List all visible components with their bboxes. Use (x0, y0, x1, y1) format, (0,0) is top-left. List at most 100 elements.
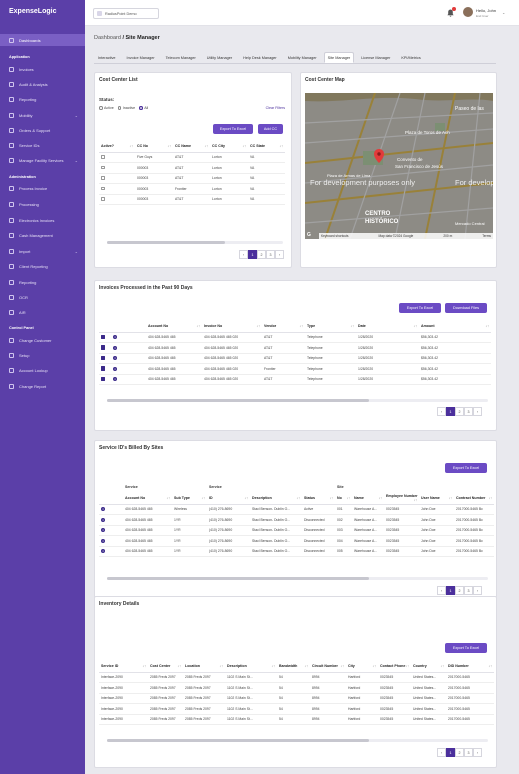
info-icon[interactable]: i (113, 377, 117, 382)
sidebar-item-air[interactable]: AIR (0, 306, 85, 318)
table-row[interactable]: i 404 628-5465 465 1YR (410) 276-8690 Stacl … (99, 535, 495, 547)
sort-icon[interactable]: ↓↑ (299, 324, 303, 328)
column-header[interactable]: Bandwidth ↓↑ (277, 660, 310, 673)
page-prev-button[interactable]: ‹ (437, 407, 446, 416)
page-button[interactable]: 2 (455, 586, 464, 595)
column-header[interactable]: City ↓↑ (346, 660, 378, 673)
page-button[interactable]: 1 (248, 250, 257, 259)
active-checkbox[interactable] (101, 165, 105, 169)
pdf-icon[interactable] (101, 366, 105, 371)
table-row[interactable]: 000003 Frontier Lorton VA (99, 183, 285, 195)
active-checkbox[interactable] (101, 186, 105, 190)
tab-license-manager[interactable]: License Manager (357, 52, 394, 63)
page-button[interactable]: 1 (446, 407, 455, 416)
brand-logo[interactable]: ExpenseLogic (9, 8, 56, 15)
sort-icon[interactable]: ↓↑ (271, 664, 275, 668)
radio-all[interactable] (139, 106, 143, 110)
sort-icon[interactable]: ↓↑ (440, 664, 444, 668)
column-header[interactable]: CC No ↓↑ (135, 140, 173, 153)
tab-invoice-manager[interactable]: Invoice Manager (123, 52, 159, 63)
sidebar-item-client-reporting[interactable]: Client Reporting (0, 260, 85, 272)
table-row[interactable]: Interface-2090 2085 Freds 2097 2085 Freds … (99, 703, 494, 715)
cc-scrollbar[interactable] (107, 241, 283, 244)
sort-icon[interactable]: ↓↑ (219, 664, 223, 668)
column-header[interactable]: Contact Phone ↓↑ (378, 660, 411, 673)
sidebar-item-process-invoice[interactable]: Process Invoice (0, 182, 85, 194)
tab-site-manager[interactable]: Site Manager (323, 52, 355, 63)
sidebar-item-orders-support[interactable]: Orders & Support (0, 124, 85, 136)
pdf-icon[interactable] (101, 376, 105, 381)
column-header[interactable]: Account No ↓↑ (123, 492, 172, 505)
page-button[interactable]: 3 (464, 586, 473, 595)
sidebar-item-manage-facility-services[interactable]: Manage Facility Services ⌄ (0, 154, 85, 166)
table-row[interactable]: Interface-2090 2085 Freds 2097 2085 Freds … (99, 714, 494, 725)
sidebar-item-electronics-invoices[interactable]: Electronics Invoices (0, 214, 85, 226)
invoices-export-button[interactable]: Export To Excel (399, 303, 441, 313)
cc-export-button[interactable]: Export To Excel (213, 124, 253, 134)
sidebar-item-account-lookup[interactable]: Account Lookup (0, 364, 85, 376)
page-next-button[interactable]: › (473, 586, 482, 595)
breadcrumb-root[interactable]: Dashboard (94, 35, 121, 41)
chevron-down-icon[interactable]: ⌄ (502, 10, 505, 15)
column-header[interactable]: Account No ↓↑ (146, 320, 202, 333)
column-header[interactable]: Service ID ↓↑ (99, 660, 148, 673)
sort-icon[interactable]: ↓↑ (304, 664, 308, 668)
page-button[interactable]: 2 (257, 250, 266, 259)
table-row[interactable]: i 404 628-5465 465 404 628-5465 465 020 AT&… (99, 353, 491, 364)
sort-icon[interactable]: ↓↑ (242, 144, 246, 148)
table-row[interactable]: 000003 AT&T Lorton VA (99, 194, 285, 205)
sidebar-item-reporting[interactable]: Reporting (0, 276, 85, 288)
clear-filters-link[interactable]: Clear Filters (266, 106, 285, 110)
table-row[interactable]: Five Guys AT&T Lorton VA (99, 152, 285, 163)
sidebar-item-processing[interactable]: Processing (0, 198, 85, 210)
sort-icon[interactable]: ↓↑ (448, 496, 452, 500)
column-header[interactable]: Sub Type ↓↑ (172, 492, 208, 505)
page-button[interactable]: 2 (455, 407, 464, 416)
active-checkbox[interactable] (101, 155, 105, 159)
tab-telecom-manager[interactable]: Telecom Manager (162, 52, 200, 63)
services-export-button[interactable]: Export To Excel (445, 463, 487, 473)
pdf-icon[interactable] (101, 334, 105, 339)
sort-icon[interactable]: ↓↑ (340, 664, 344, 668)
info-icon[interactable]: i (101, 528, 105, 533)
sort-icon[interactable]: ↓↑ (413, 498, 417, 502)
table-row[interactable]: Interface-2090 2085 Freds 2097 2085 Freds … (99, 693, 494, 704)
column-header[interactable]: Cost Center ↓↑ (148, 660, 183, 673)
column-header[interactable]: Active? ↓↑ (99, 140, 135, 153)
column-header[interactable]: Location ↓↑ (183, 660, 225, 673)
column-header[interactable]: Description ↓↑ (225, 660, 277, 673)
table-row[interactable]: 000003 AT&T Lorton VA (99, 162, 285, 174)
page-button[interactable]: 3 (464, 748, 473, 757)
page-button[interactable]: 3 (464, 407, 473, 416)
info-icon[interactable]: i (101, 549, 105, 554)
table-row[interactable]: i 404 628-5465 465 404 628-5465 465 020 AT&… (99, 332, 491, 343)
tab-interactive[interactable]: Interactive (94, 52, 120, 63)
column-header[interactable]: CC Name ↓↑ (173, 140, 210, 153)
sort-icon[interactable]: ↓↑ (488, 664, 492, 668)
column-header[interactable]: User Name ↓↑ (419, 492, 455, 505)
radio-active[interactable] (99, 106, 103, 110)
tab-mobility-manager[interactable]: Mobility Manager (284, 52, 321, 63)
avatar[interactable] (463, 7, 473, 17)
column-header[interactable]: Amount ↓↑ (419, 320, 491, 333)
sort-icon[interactable]: ↓↑ (350, 324, 354, 328)
sort-icon[interactable]: ↓↑ (279, 144, 283, 148)
table-row[interactable]: i 404 628-5465 465 1YR (410) 276-8690 Stacl … (99, 546, 495, 557)
page-prev-button[interactable]: ‹ (437, 748, 446, 757)
inventory-scrollbar[interactable] (107, 739, 488, 742)
company-selector[interactable]: RadiusPoint Demo (93, 8, 159, 19)
sidebar-item-cash-management[interactable]: Cash Management (0, 229, 85, 241)
table-row[interactable]: i 404 628-5465 465 404 628-5465 465 020 AT&… (99, 374, 491, 385)
pdf-icon[interactable] (101, 345, 105, 350)
sidebar-item-service-ids[interactable]: Service IDs (0, 139, 85, 151)
page-prev-button[interactable]: ‹ (239, 250, 248, 259)
column-header[interactable]: ID ↓↑ (207, 492, 251, 505)
sidebar-item-change-report[interactable]: Change Report (0, 380, 85, 392)
inventory-scroll-thumb[interactable] (107, 739, 369, 742)
pdf-icon[interactable] (101, 355, 105, 360)
sidebar-item-mobility[interactable]: Mobility ⌄ (0, 109, 85, 121)
sort-icon[interactable]: ↓↑ (378, 496, 382, 500)
sort-icon[interactable]: ↓↑ (201, 496, 205, 500)
sort-icon[interactable]: ↓↑ (405, 664, 409, 668)
sidebar-item-setup[interactable]: Setup (0, 349, 85, 361)
